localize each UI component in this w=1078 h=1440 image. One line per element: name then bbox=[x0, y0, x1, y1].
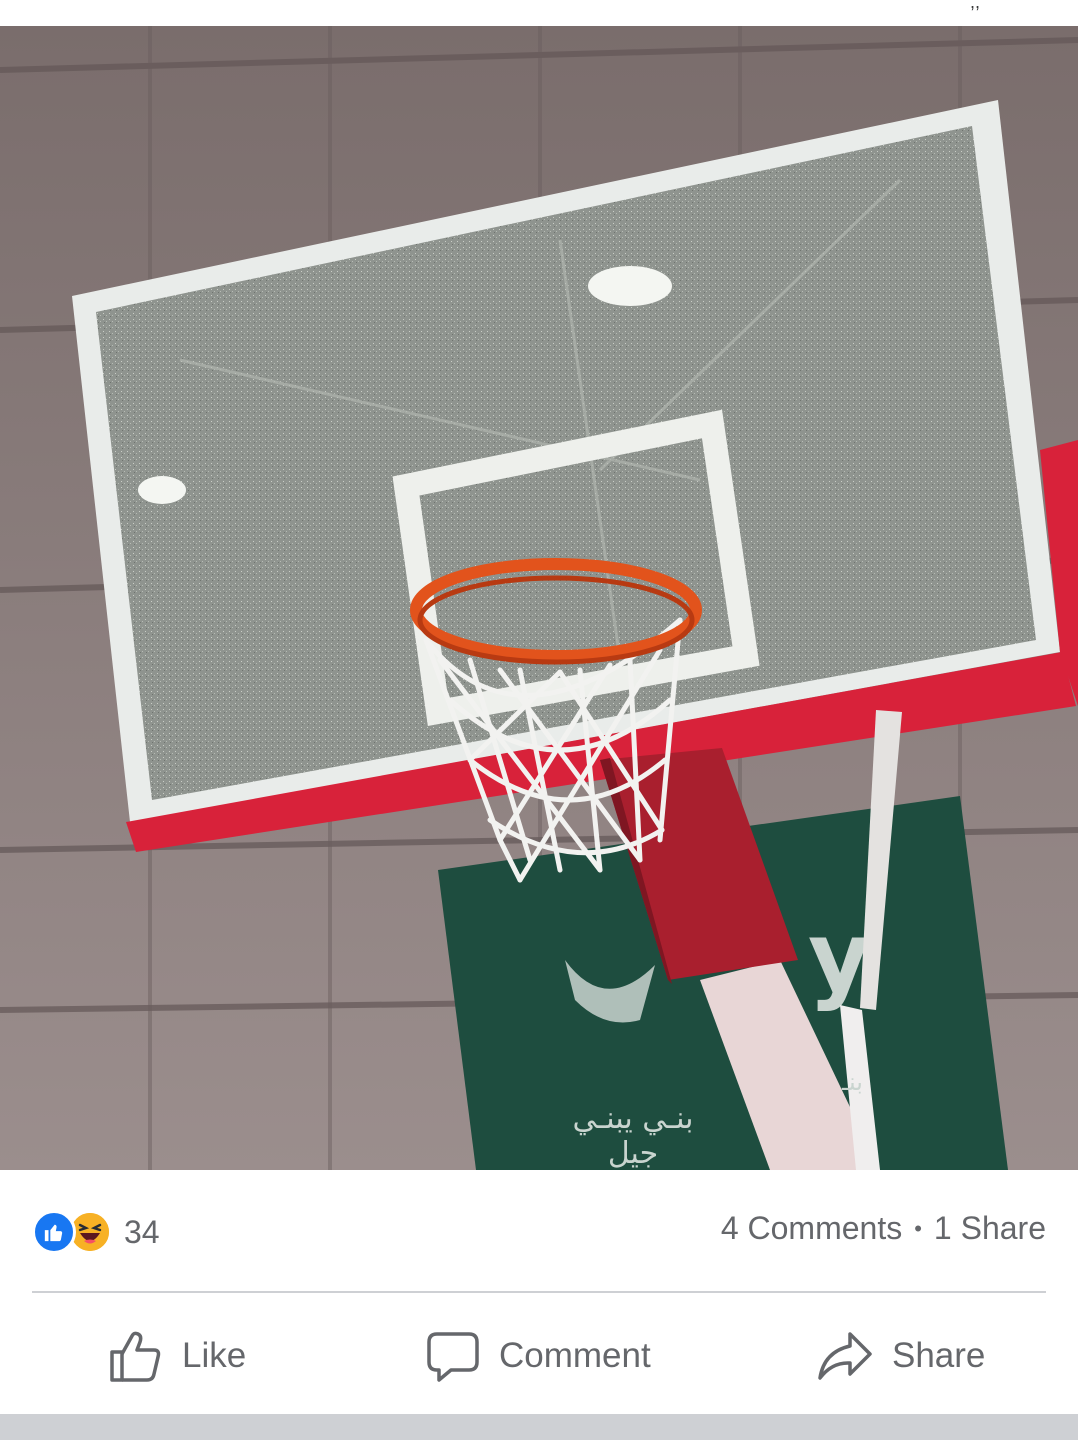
basketball-hoop-photo: y bbox=[0, 26, 1078, 1170]
reactions-summary[interactable]: 34 bbox=[32, 1209, 160, 1255]
comment-bubble-icon bbox=[427, 1332, 479, 1382]
thumbs-up-icon bbox=[110, 1331, 161, 1382]
comment-button[interactable]: Comment bbox=[425, 1324, 651, 1388]
sign-arabic-text-partial: بنـ bbox=[842, 1068, 863, 1096]
engagement-stats: 4 Comments • 1 Share bbox=[721, 1210, 1046, 1247]
reaction-count: 34 bbox=[124, 1213, 160, 1250]
shares-count-link[interactable]: 1 Share bbox=[934, 1210, 1046, 1247]
partial-text-glyph: ,, bbox=[970, 0, 981, 12]
share-label: Share bbox=[892, 1336, 986, 1375]
like-label: Like bbox=[182, 1336, 247, 1375]
stats-divider bbox=[32, 1291, 1046, 1293]
feed-separator bbox=[0, 1414, 1078, 1440]
share-button[interactable]: Share bbox=[816, 1324, 985, 1388]
like-button[interactable]: Like bbox=[108, 1324, 246, 1388]
like-reaction-icon bbox=[32, 1210, 76, 1254]
post-action-bar: Like Comment Share bbox=[0, 1294, 1078, 1414]
post-photo[interactable]: y بنـي يبنـي جيل بنـ bbox=[0, 26, 1078, 1170]
comment-label: Comment bbox=[499, 1336, 651, 1375]
share-arrow-icon bbox=[818, 1332, 872, 1380]
post-stats-bar: 34 4 Comments • 1 Share bbox=[0, 1170, 1078, 1290]
top-strip: ,, bbox=[0, 0, 1078, 26]
stats-separator: • bbox=[914, 1215, 922, 1241]
comments-count-link[interactable]: 4 Comments bbox=[721, 1210, 902, 1247]
sign-arabic-text: بنـي يبنـي جيل bbox=[572, 1101, 694, 1170]
